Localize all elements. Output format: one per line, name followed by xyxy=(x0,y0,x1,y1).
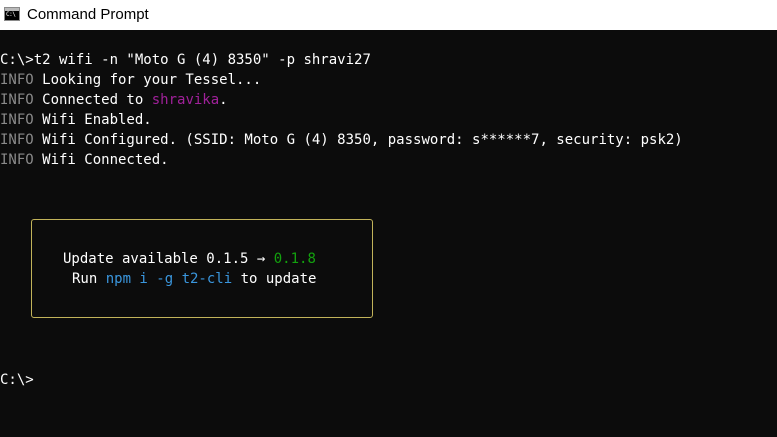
title-bar[interactable]: C:\ Command Prompt xyxy=(0,0,777,30)
update-label: Update available xyxy=(63,251,207,267)
cmd-icon: C:\ xyxy=(4,7,20,21)
info-prefix: INFO xyxy=(0,92,34,108)
log-line: INFO Connected to shravika. xyxy=(0,90,228,110)
log-text: Wifi Configured. (SSID: Moto G (4) 8350,… xyxy=(33,132,683,148)
command-line: C:\>t2 wifi -n "Moto G (4) 8350" -p shra… xyxy=(0,50,371,70)
update-suffix: to update xyxy=(232,271,317,287)
final-prompt-line[interactable]: C:\> xyxy=(0,370,34,390)
update-notice-box: Update available 0.1.5 → 0.1.8 Run npm i… xyxy=(31,219,373,318)
current-version: 0.1.5 xyxy=(206,251,249,267)
run-label: Run xyxy=(72,271,106,287)
log-line: INFO Wifi Enabled. xyxy=(0,110,152,130)
info-prefix: INFO xyxy=(0,112,34,128)
console-output[interactable]: C:\>t2 wifi -n "Moto G (4) 8350" -p shra… xyxy=(0,30,777,437)
new-version: 0.1.8 xyxy=(273,251,316,267)
log-text: Wifi Enabled. xyxy=(33,112,152,128)
arrow: → xyxy=(248,251,274,267)
update-instruction-line: Run npm i -g t2-cli to update xyxy=(72,269,316,289)
update-available-line: Update available 0.1.5 → 0.1.8 xyxy=(63,249,316,269)
log-line: INFO Wifi Connected. xyxy=(0,150,169,170)
prompt: C:\> xyxy=(0,52,34,68)
info-prefix: INFO xyxy=(0,72,34,88)
log-text: Looking for your Tessel... xyxy=(33,72,262,88)
hostname: shravika xyxy=(151,92,220,108)
window-title: Command Prompt xyxy=(27,6,149,23)
prompt: C:\> xyxy=(0,372,34,388)
command-text: t2 wifi -n "Moto G (4) 8350" -p shravi27 xyxy=(33,52,371,68)
update-command: npm i -g t2-cli xyxy=(105,271,233,287)
log-text: Wifi Connected. xyxy=(33,152,169,168)
log-text: Connected to xyxy=(33,92,152,108)
log-line: INFO Looking for your Tessel... xyxy=(0,70,261,90)
info-prefix: INFO xyxy=(0,152,34,168)
log-line: INFO Wifi Configured. (SSID: Moto G (4) … xyxy=(0,130,683,150)
command-prompt-window: C:\ Command Prompt C:\>t2 wifi -n "Moto … xyxy=(0,0,777,437)
info-prefix: INFO xyxy=(0,132,34,148)
log-suffix: . xyxy=(219,92,228,108)
